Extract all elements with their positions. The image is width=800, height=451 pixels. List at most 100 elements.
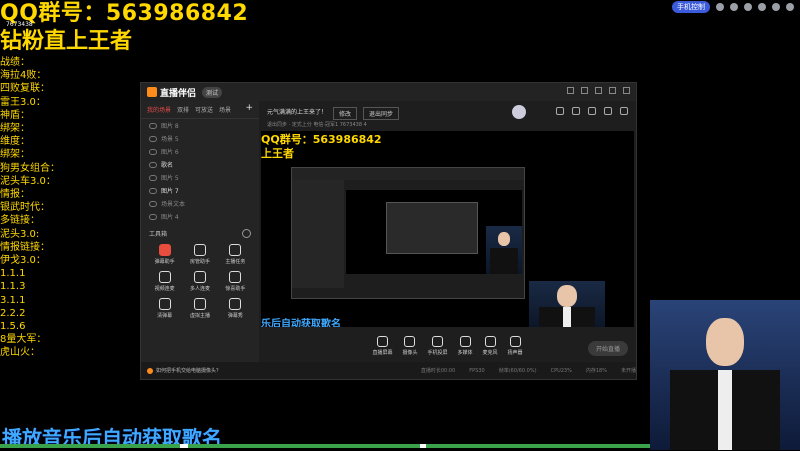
source-label: 图片 5 [161, 175, 179, 182]
system-tray: 手机控制 [600, 0, 800, 14]
source-item[interactable]: 图片 4 [141, 210, 259, 223]
tab-1[interactable]: 双排 [177, 105, 189, 114]
menu-icon[interactable] [744, 3, 752, 11]
eye-icon[interactable] [149, 187, 157, 194]
tool-item[interactable]: 惊喜助手 [218, 271, 253, 292]
tab-0[interactable]: 我的场景 [147, 105, 171, 114]
eye-icon[interactable] [149, 213, 157, 220]
source-item[interactable]: 图片 6 [141, 145, 259, 158]
version-badge[interactable]: 测试 [202, 86, 223, 98]
settings-icon[interactable] [581, 87, 588, 94]
bottom-tool[interactable]: 直播屏幕 [372, 336, 392, 356]
source-item[interactable]: 场景 5 [141, 132, 259, 145]
nested-inner-window [386, 202, 478, 254]
eye-icon[interactable] [149, 174, 157, 181]
tool-icon [509, 336, 521, 347]
eye-icon[interactable] [149, 135, 157, 142]
tool-label: 多人连麦 [189, 286, 210, 292]
tool-item[interactable]: 多人连麦 [182, 271, 217, 292]
bottom-tool[interactable]: 手机投屏 [427, 336, 448, 356]
source-item[interactable]: 场景文本 [141, 197, 259, 210]
record-line: 四败复联： [0, 83, 50, 95]
record-line: 绑架： [0, 123, 30, 135]
status-item: FPS30 [469, 367, 485, 374]
eye-icon[interactable] [149, 200, 157, 207]
title-bar: 直播伴侣 测试 [141, 83, 636, 101]
nested-preview [346, 190, 522, 274]
tool-icon [193, 271, 206, 283]
source-item[interactable]: 歌名 [141, 158, 259, 171]
tool-item[interactable]: 清弹幕 [147, 298, 182, 319]
skin-icon[interactable] [716, 3, 724, 11]
bottom-tool[interactable]: 麦克风 [483, 336, 498, 356]
bottom-tool-label: 摄像头 [402, 350, 418, 356]
record-line: 银武时代： [0, 202, 50, 214]
shirt [563, 307, 571, 327]
menu-icon[interactable] [595, 87, 602, 94]
sync-button[interactable]: 退出同步 [363, 107, 400, 120]
tool-item[interactable]: 虚拟主播 [182, 298, 217, 319]
help-tip-text: 如何把手机交给电脑摄像头？ [156, 368, 222, 374]
source-item[interactable]: 图片 5 [141, 171, 259, 184]
eye-icon[interactable] [149, 161, 157, 168]
bottom-tool[interactable]: 扬声器 [508, 336, 523, 356]
source-list: 图片 8 场景 5 图片 6 歌名图片 5 图片 7 场景文本图片 4 [141, 119, 259, 223]
bell-icon[interactable] [604, 107, 612, 115]
stream-title: 元气满满的上王来了！ [267, 109, 328, 116]
tool-label: 惊喜助手 [225, 286, 246, 292]
record-line: 维度： [0, 136, 30, 148]
status-bar: 如何把手机交给电脑摄像头？ 直播时长00:00 FPS30 帧率(60/60.0%)… [141, 362, 636, 379]
gift-icon[interactable] [556, 107, 564, 115]
bottom-tool[interactable]: 多媒体 [458, 336, 473, 356]
source-item[interactable]: 图片 7 [141, 184, 259, 197]
lock-icon[interactable] [572, 107, 580, 115]
edit-title-button[interactable]: 修改 [333, 107, 358, 120]
progress-mark [180, 444, 188, 448]
tool-item[interactable]: 主播任务 [218, 244, 253, 265]
source-item[interactable]: 图片 8 [141, 119, 259, 132]
help-tip[interactable]: 如何把手机交给电脑摄像头？ [147, 367, 221, 374]
avatar[interactable] [512, 105, 526, 119]
nested-titlebar [292, 168, 524, 180]
minimize-icon[interactable] [758, 3, 766, 11]
record-line: 雷王3.0： [0, 96, 46, 108]
eye-icon[interactable] [149, 148, 157, 155]
nested-person-image [486, 226, 522, 274]
tool-item[interactable]: 视频连麦 [147, 271, 182, 292]
tool-item[interactable]: 房管助手 [182, 244, 217, 265]
maximize-icon[interactable] [772, 3, 780, 11]
record-line: 1.1.3 [0, 281, 26, 293]
tab-2[interactable]: 可放送 [195, 105, 213, 114]
stream-preview[interactable]: QQ群号：563986842 上王者 乐后自动获取歌名 [261, 131, 634, 327]
share-icon[interactable] [620, 107, 628, 115]
record-line: 虎山火： [0, 347, 40, 359]
go-live-button[interactable]: 开始直播 [587, 341, 628, 356]
skin-icon[interactable] [567, 87, 574, 94]
close-icon[interactable] [623, 87, 630, 94]
bottom-tool[interactable]: 摄像头 [402, 336, 417, 356]
source-label: 图片 4 [161, 214, 179, 221]
source-label: 图片 8 [161, 123, 179, 130]
header-icons [556, 107, 628, 115]
progress-bar [0, 444, 650, 448]
tool-icon [229, 271, 242, 283]
tool-item[interactable]: 弹幕助手 [147, 244, 182, 265]
webcam-person [650, 300, 800, 450]
eye-icon[interactable] [149, 122, 157, 129]
window-controls [567, 87, 630, 94]
tool-icon [158, 271, 171, 283]
settings-icon[interactable] [730, 3, 738, 11]
phone-control-button[interactable]: 手机控制 [672, 1, 710, 13]
add-scene-icon[interactable]: + [245, 104, 253, 114]
source-label: 图片 7 [161, 188, 179, 195]
minimize-icon[interactable] [609, 87, 616, 94]
shirt [718, 370, 732, 450]
more-tools-icon[interactable] [242, 229, 251, 238]
record-line: 海拉4败： [0, 70, 47, 82]
close-icon[interactable] [786, 3, 794, 11]
record-line: 1.1.1 [0, 268, 26, 280]
screen-icon[interactable] [588, 107, 596, 115]
tab-3[interactable]: 场景 [219, 105, 231, 114]
record-list: 战绩： 海拉4败： 四败复联： 雷王3.0： 神盾： 绑架： 维度： 绑架： 狗男女组合： 泥头车… [0, 56, 60, 360]
tool-item[interactable]: 弹幕秀 [218, 298, 253, 319]
